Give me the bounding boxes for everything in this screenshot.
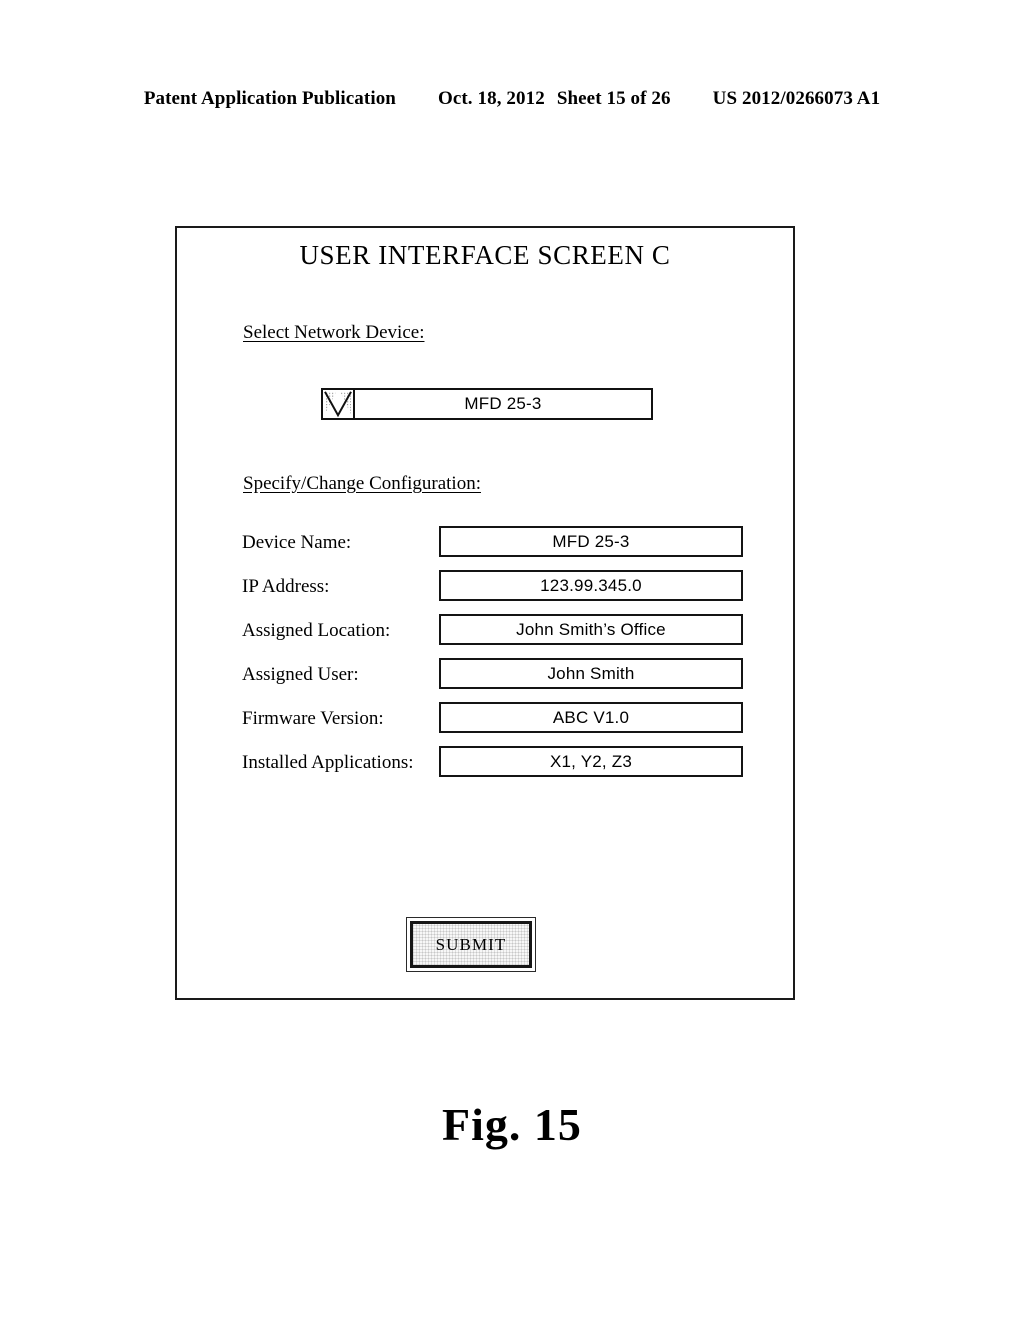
field-value: John Smith’s Office [516, 619, 666, 639]
field-row-firmware-version: Firmware Version: ABC V1.0 [177, 702, 793, 746]
chevron-down-icon[interactable] [323, 390, 355, 418]
field-value: John Smith [547, 663, 635, 683]
field-label: Device Name: [242, 532, 352, 553]
publication-date: Oct. 18, 2012 [437, 88, 545, 109]
device-name-input[interactable]: MFD 25-3 [439, 526, 743, 557]
firmware-version-input[interactable]: ABC V1.0 [439, 702, 743, 733]
field-value: MFD 25-3 [552, 531, 630, 551]
figure-caption: Fig. 15 [442, 1099, 582, 1150]
field-row-assigned-user: Assigned User: John Smith [177, 658, 793, 702]
dropdown-selected-value: MFD 25-3 [464, 394, 542, 413]
field-row-ip-address: IP Address: 123.99.345.0 [177, 570, 793, 614]
network-device-dropdown[interactable]: MFD 25-3 [321, 388, 653, 420]
user-interface-screen-frame: USER INTERFACE SCREEN C Select Network D… [175, 226, 795, 1000]
field-label: Assigned Location: [242, 620, 391, 641]
field-label: Firmware Version: [242, 708, 384, 729]
screen-title: USER INTERFACE SCREEN C [299, 240, 671, 270]
field-row-installed-applications: Installed Applications: X1, Y2, Z3 [177, 746, 793, 790]
field-label: Installed Applications: [242, 752, 414, 773]
field-value: 123.99.345.0 [540, 575, 642, 595]
patent-number: US 2012/0266073 A1 [712, 88, 881, 109]
submit-button[interactable]: SUBMIT [406, 917, 536, 972]
assigned-location-input[interactable]: John Smith’s Office [439, 614, 743, 645]
submit-button-label: SUBMIT [435, 934, 507, 954]
select-network-device-label: Select Network Device: [243, 322, 425, 343]
publication-type: Patent Application Publication [143, 88, 396, 109]
sheet-number: Sheet 15 of 26 [556, 88, 671, 109]
ip-address-input[interactable]: 123.99.345.0 [439, 570, 743, 601]
submit-button-inner: SUBMIT [410, 921, 532, 968]
field-value: ABC V1.0 [552, 707, 630, 727]
specify-change-configuration-label: Specify/Change Configuration: [243, 473, 481, 494]
assigned-user-input[interactable]: John Smith [439, 658, 743, 689]
field-row-device-name: Device Name: MFD 25-3 [177, 526, 793, 570]
installed-applications-input[interactable]: X1, Y2, Z3 [439, 746, 743, 777]
field-label: IP Address: [242, 576, 330, 597]
configuration-fields: Device Name: MFD 25-3 IP Address: 123.99… [177, 526, 793, 790]
field-row-assigned-location: Assigned Location: John Smith’s Office [177, 614, 793, 658]
field-label: Assigned User: [242, 664, 359, 685]
patent-page-header: Patent Application Publication Oct. 18, … [0, 88, 1024, 110]
field-value: X1, Y2, Z3 [549, 751, 632, 771]
